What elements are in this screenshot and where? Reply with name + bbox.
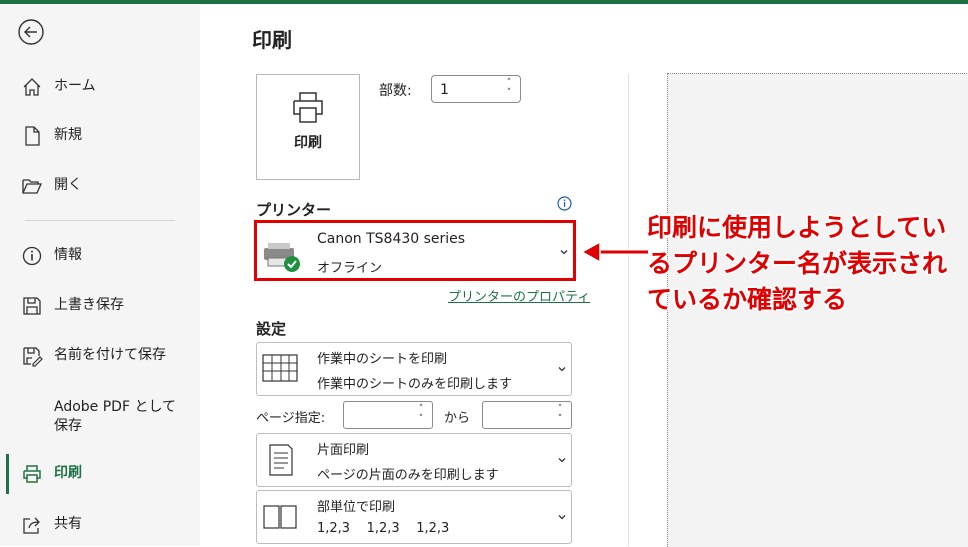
sidebar-item-save-as[interactable]: 名前を付けて保存: [0, 336, 200, 374]
print-scope-title: 作業中のシートを印刷: [317, 352, 448, 367]
spin-arrows-icon[interactable]: ˄ ˅: [503, 78, 515, 100]
print-scope-desc: 作業中のシートのみを印刷します: [317, 377, 513, 392]
print-scope-select[interactable]: 作業中のシートを印刷 作業中のシートのみを印刷します: [256, 342, 572, 396]
sides-title: 片面印刷: [317, 443, 370, 458]
pane-divider: [628, 74, 629, 546]
collate-pages-icon: [263, 505, 297, 529]
back-arrow-icon[interactable]: [17, 18, 45, 46]
pages-to-label: から: [444, 411, 471, 426]
save-as-icon: [23, 347, 43, 367]
sidebar-item-open[interactable]: 開く: [0, 166, 200, 204]
printer-select[interactable]: Canon TS8430 series オフライン: [256, 222, 574, 280]
chevron-down-icon: [558, 515, 566, 520]
backstage-sidebar: ホーム 新規 開く 情報 上書き保存 名前を付けて保存 Adobe PDF とし…: [0, 4, 200, 546]
chevron-down-icon: [558, 458, 566, 463]
collate-desc: 1,2,3 1,2,3 1,2,3: [317, 521, 450, 536]
printer-icon: [23, 465, 41, 483]
collate-select[interactable]: 部単位で印刷 1,2,3 1,2,3 1,2,3: [256, 490, 572, 544]
page-title: 印刷: [252, 28, 292, 52]
sidebar-item-label: 情報: [54, 246, 82, 263]
sidebar-item-new[interactable]: 新規: [0, 116, 200, 154]
sidebar-item-label: 開く: [54, 176, 82, 193]
printer-icon: [293, 92, 323, 123]
copies-stepper[interactable]: 1 ˄ ˅: [431, 75, 521, 103]
spin-arrows-icon[interactable]: ˄ ˅: [554, 404, 566, 426]
sidebar-item-label: 印刷: [54, 464, 82, 481]
new-document-icon: [25, 126, 40, 146]
sidebar-divider: [25, 220, 175, 221]
sidebar-item-save[interactable]: 上書き保存: [0, 286, 200, 324]
sides-desc: ページの片面のみを印刷します: [317, 468, 499, 483]
single-sided-page-icon: [269, 444, 293, 476]
chevron-down-icon: [558, 367, 566, 372]
pages-to-input[interactable]: ˄ ˅: [482, 401, 572, 429]
sidebar-item-label: 名前を付けて保存: [54, 346, 166, 363]
print-button-label: 印刷: [294, 135, 322, 151]
sidebar-item-print[interactable]: 印刷: [0, 454, 200, 494]
sidebar-item-home[interactable]: ホーム: [0, 67, 200, 105]
pages-label: ページ指定:: [256, 411, 326, 426]
annotation-arrow-icon: [580, 240, 648, 264]
sidebar-item-label: ホーム: [54, 77, 96, 94]
sidebar-item-info[interactable]: 情報: [0, 236, 200, 274]
sides-select[interactable]: 片面印刷 ページの片面のみを印刷します: [256, 433, 572, 487]
chevron-down-icon: [560, 250, 568, 255]
sidebar-item-label: 共有: [54, 515, 82, 532]
save-icon: [23, 297, 41, 315]
info-icon: [22, 246, 42, 266]
copies-label: 部数:: [379, 83, 412, 99]
spin-arrows-icon[interactable]: ˄ ˅: [415, 404, 427, 426]
printer-properties-link[interactable]: プリンターのプロパティ: [448, 286, 590, 305]
home-icon: [23, 78, 41, 96]
collate-title: 部単位で印刷: [317, 500, 396, 515]
sidebar-item-share[interactable]: 共有: [0, 505, 200, 543]
share-icon: [23, 517, 40, 534]
printer-offline-icon: [264, 243, 300, 272]
annotation-callout: 印刷に使用しようとしているプリンター名が表示されているか確認する: [647, 213, 948, 314]
pages-from-input[interactable]: ˄ ˅: [343, 401, 433, 429]
settings-heading: 設定: [256, 320, 287, 338]
printer-name: Canon TS8430 series: [317, 231, 466, 247]
print-button[interactable]: 印刷: [256, 74, 360, 180]
info-icon[interactable]: [557, 196, 572, 211]
sidebar-item-label: 新規: [54, 126, 82, 143]
sidebar-item-adobe-pdf[interactable]: Adobe PDF として 保存: [0, 396, 200, 440]
sidebar-item-label: 上書き保存: [54, 296, 124, 313]
printer-status: オフライン: [317, 261, 383, 276]
folder-open-icon: [22, 179, 43, 194]
printer-heading: プリンター: [256, 201, 332, 219]
sheet-grid-icon: [262, 354, 298, 382]
sidebar-item-label: Adobe PDF として 保存: [54, 399, 177, 434]
copies-value: 1: [440, 82, 449, 98]
